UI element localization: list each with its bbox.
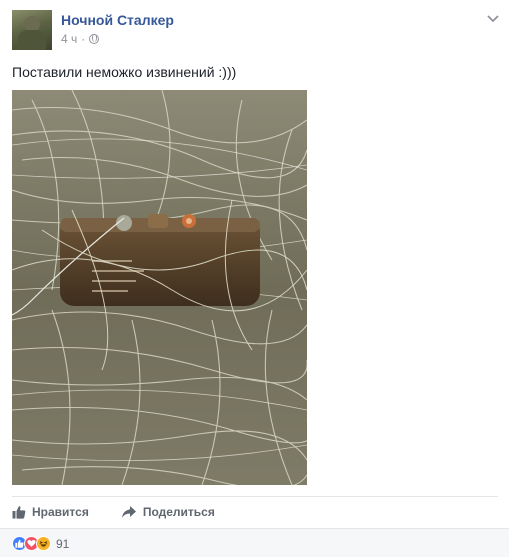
avatar-body [18, 30, 46, 50]
reactions-summary[interactable]: 91 [12, 536, 69, 551]
share-button[interactable]: Поделиться [121, 505, 215, 519]
meta-separator: · [81, 32, 86, 46]
chevron-down-icon[interactable] [486, 12, 500, 26]
post-actions: Нравится Поделиться [12, 500, 215, 524]
reactions-bar: 91 [0, 528, 509, 557]
photo-image [12, 90, 307, 485]
globe-icon[interactable] [89, 34, 100, 44]
reaction-count: 91 [56, 536, 70, 551]
author-name[interactable]: Ночной Сталкер [61, 12, 174, 28]
post-meta: 4 ч · [61, 32, 100, 46]
like-label: Нравится [32, 505, 89, 519]
actions-divider [12, 496, 498, 497]
haha-icon [36, 536, 51, 551]
author-avatar[interactable] [12, 10, 52, 50]
post-time[interactable]: 4 ч [61, 32, 77, 46]
like-button[interactable]: Нравится [12, 505, 89, 519]
share-label: Поделиться [142, 505, 215, 519]
share-arrow-icon [121, 506, 136, 518]
post-header: Ночной Сталкер 4 ч · [12, 10, 502, 52]
thumbs-up-icon [12, 506, 26, 519]
post-photo[interactable] [12, 90, 307, 485]
post-card: Ночной Сталкер 4 ч · Поставили неможко и… [0, 0, 509, 557]
post-text: Поставили неможко извинений :))) [12, 64, 237, 80]
